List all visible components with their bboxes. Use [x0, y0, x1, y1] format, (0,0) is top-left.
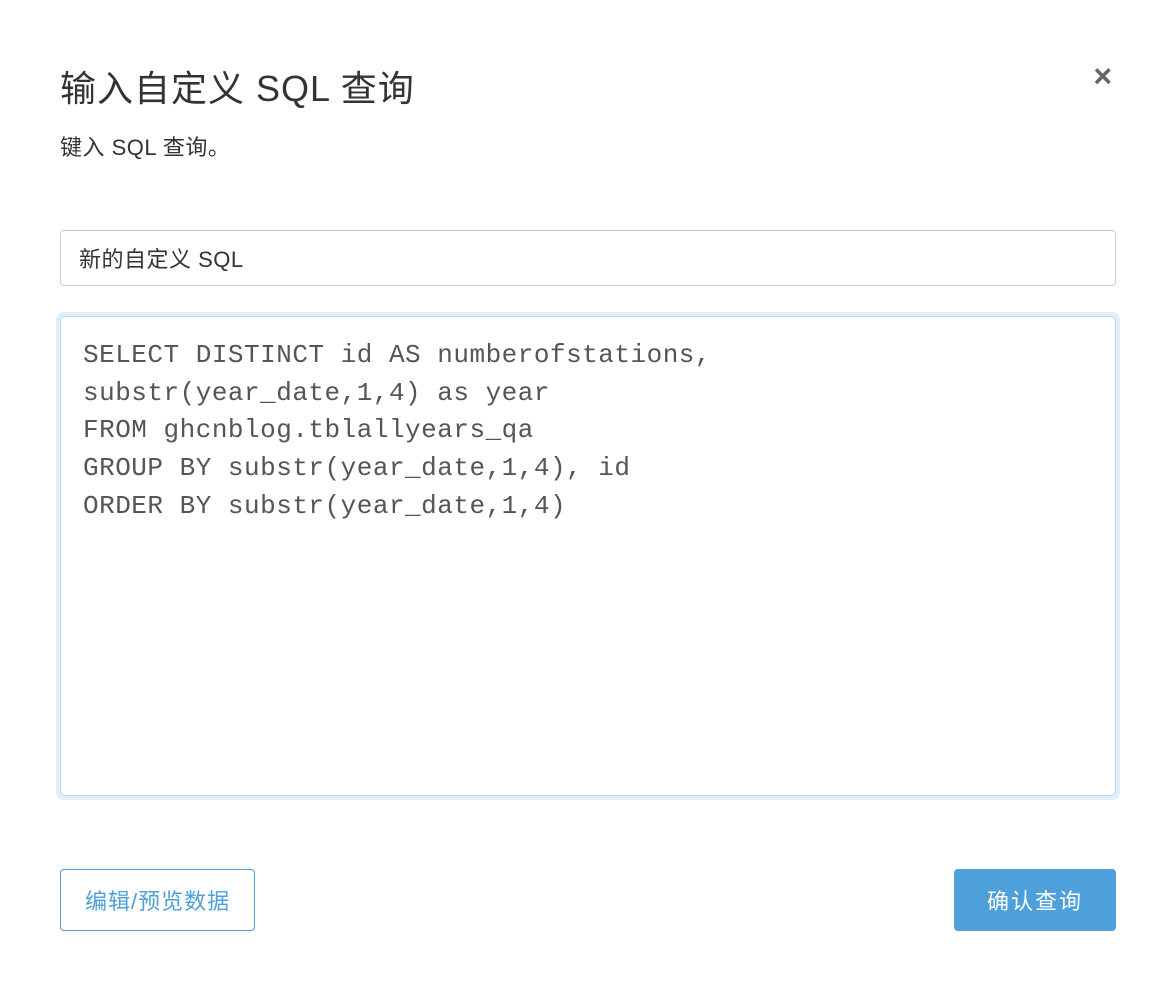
close-button[interactable]: ×	[1089, 60, 1116, 92]
sql-query-textarea[interactable]	[60, 316, 1116, 796]
sql-name-input[interactable]	[60, 230, 1116, 286]
modal-subtitle: 键入 SQL 查询。	[60, 130, 1116, 162]
confirm-query-button[interactable]: 确认查询	[954, 869, 1116, 931]
modal-title: 输入自定义 SQL 查询	[60, 60, 415, 112]
modal-footer: 编辑/预览数据 确认查询	[60, 869, 1116, 931]
edit-preview-button[interactable]: 编辑/预览数据	[60, 869, 255, 931]
modal-header: 输入自定义 SQL 查询 ×	[60, 60, 1116, 112]
input-section	[60, 230, 1116, 801]
custom-sql-modal: 输入自定义 SQL 查询 × 键入 SQL 查询。 编辑/预览数据 确认查询	[60, 60, 1116, 931]
